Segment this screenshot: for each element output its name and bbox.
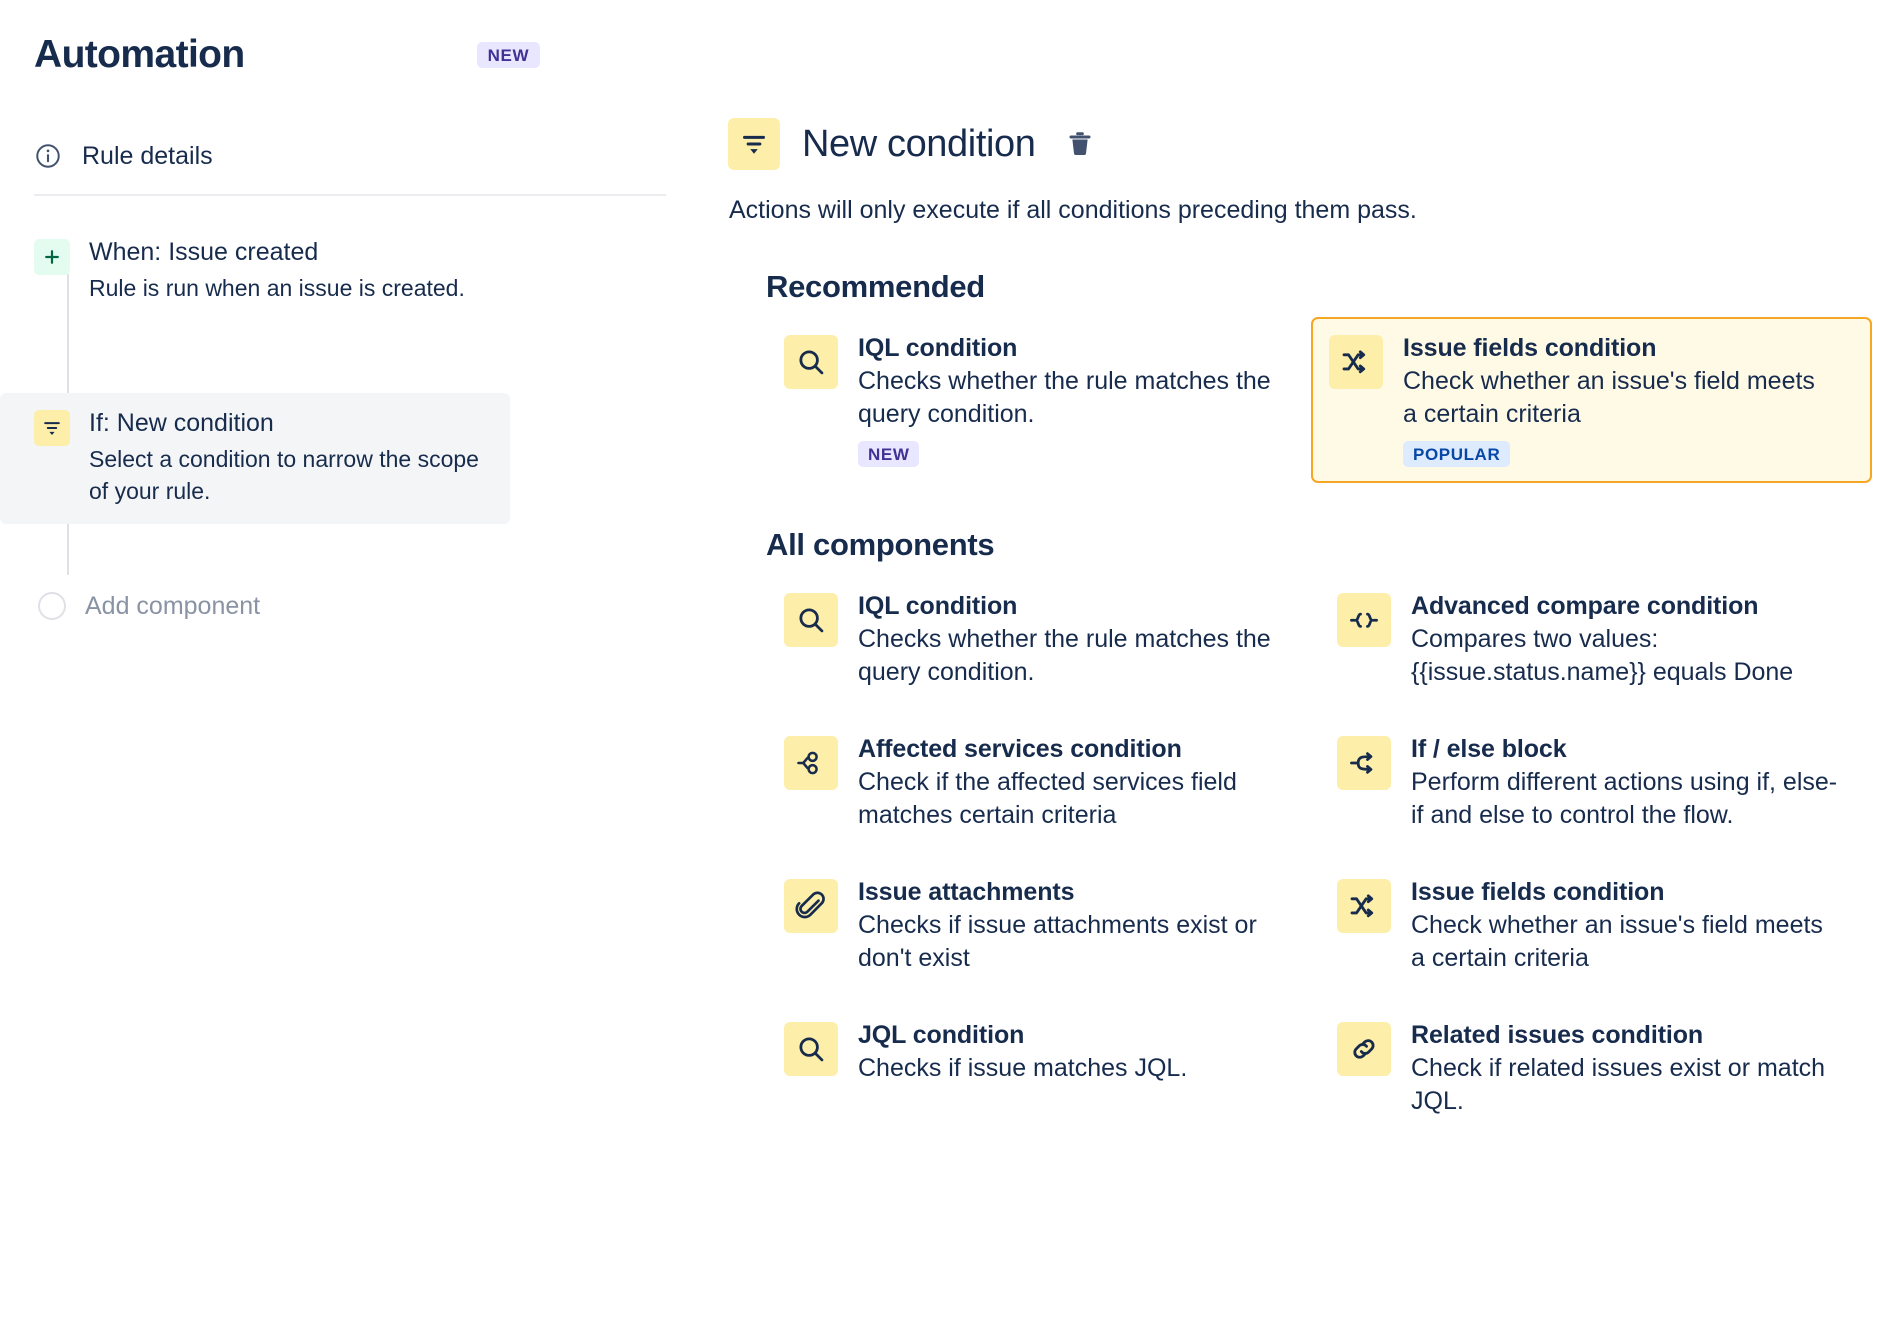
card-desc: Check if related issues exist or match J…: [1411, 1053, 1826, 1116]
add-component-button[interactable]: Add component: [0, 592, 700, 621]
search-icon: [784, 335, 838, 389]
component-card-iql-condition-recommended[interactable]: IQL condition Checks whether the rule ma…: [766, 317, 1319, 483]
card-text: JQL condition Checks if issue matches JQ…: [858, 1020, 1187, 1085]
card-title: IQL condition: [858, 334, 1018, 362]
timeline-step-desc: Select a condition to narrow the scope o…: [89, 446, 479, 504]
header-new-badge: NEW: [476, 42, 541, 68]
card-text: IQL condition Checks whether the rule ma…: [858, 591, 1288, 690]
braces-icon: [1337, 593, 1391, 647]
card-desc: Checks if issue attachments exist or don…: [858, 910, 1257, 973]
timeline-step-title: If: New condition: [89, 408, 274, 437]
component-card-related-issues-condition[interactable]: Related issues condition Check if relate…: [1319, 1004, 1872, 1135]
shuffle-icon: [1329, 335, 1383, 389]
card-text: Related issues condition Check if relate…: [1411, 1020, 1841, 1119]
component-card-jql-condition[interactable]: JQL condition Checks if issue matches JQ…: [766, 1004, 1319, 1135]
card-desc: Check whether an issue's field meets a c…: [1411, 910, 1823, 973]
sidebar-divider: [34, 194, 666, 196]
add-component-label: Add component: [85, 591, 261, 620]
add-component-dot-icon: [38, 592, 66, 621]
timeline-step-body: If: New condition Select a condition to …: [89, 407, 484, 508]
info-icon: [34, 142, 62, 170]
panel-title: New condition: [802, 123, 1036, 165]
card-desc: Checks whether the rule matches the quer…: [858, 366, 1271, 429]
card-title: Issue attachments: [858, 878, 1075, 906]
timeline-step-condition[interactable]: If: New condition Select a condition to …: [0, 392, 510, 524]
card-title: JQL condition: [858, 1021, 1025, 1049]
card-title: IQL condition: [858, 592, 1018, 620]
filter-icon: [34, 409, 70, 446]
card-text: Issue fields condition Check whether an …: [1411, 877, 1841, 976]
page-header: Automation NEW: [0, 22, 700, 88]
if-else-branch-icon: [1337, 736, 1391, 790]
card-title: Advanced compare condition: [1411, 592, 1759, 620]
card-title: Issue fields condition: [1403, 334, 1657, 362]
page-title: Automation: [34, 32, 245, 76]
component-card-advanced-compare-condition[interactable]: Advanced compare condition Compares two …: [1319, 575, 1872, 706]
all-components-heading: All components: [766, 527, 995, 562]
component-card-issue-fields-condition-recommended[interactable]: Issue fields condition Check whether an …: [1311, 317, 1872, 483]
search-icon: [784, 1022, 838, 1076]
filter-icon: [728, 118, 780, 170]
search-icon: [784, 593, 838, 647]
timeline-step-desc: Rule is run when an issue is created.: [89, 275, 465, 302]
recommended-heading: Recommended: [766, 269, 985, 304]
card-text: If / else block Perform different action…: [1411, 734, 1841, 833]
panel-header: New condition: [728, 118, 1872, 170]
rule-details-item[interactable]: Rule details: [0, 124, 700, 188]
card-text: Issue attachments Checks if issue attach…: [858, 877, 1288, 976]
shuffle-icon: [1337, 879, 1391, 933]
timeline-step-body: When: Issue created Rule is run when an …: [89, 236, 465, 305]
card-desc: Checks if issue matches JQL.: [858, 1053, 1188, 1082]
all-components-grid: IQL condition Checks whether the rule ma…: [728, 575, 1872, 1135]
rule-builder-sidebar: Automation NEW Rule details When: Issue …: [0, 0, 700, 1344]
plus-icon: [34, 239, 70, 275]
card-desc: Compares two values: {{issue.status.name…: [1411, 624, 1794, 687]
trash-icon[interactable]: [1062, 126, 1098, 162]
link-icon: [1337, 1022, 1391, 1076]
status-badge: POPULAR: [1403, 441, 1511, 467]
recommended-grid: IQL condition Checks whether the rule ma…: [728, 317, 1872, 483]
card-desc: Check if the affected services field mat…: [858, 767, 1237, 830]
services-branch-icon: [784, 736, 838, 790]
rule-details-label: Rule details: [82, 141, 213, 170]
card-title: Related issues condition: [1411, 1021, 1704, 1049]
card-text: IQL condition Checks whether the rule ma…: [858, 333, 1288, 467]
card-title: Affected services condition: [858, 735, 1182, 763]
paperclip-icon: [784, 879, 838, 933]
card-text: Advanced compare condition Compares two …: [1411, 591, 1841, 690]
status-badge: NEW: [858, 441, 920, 467]
panel-subtitle: Actions will only execute if all conditi…: [729, 196, 1417, 224]
component-card-issue-fields-condition[interactable]: Issue fields condition Check whether an …: [1319, 861, 1872, 992]
rule-timeline: When: Issue created Rule is run when an …: [0, 222, 700, 661]
timeline-step-trigger[interactable]: When: Issue created Rule is run when an …: [0, 222, 700, 321]
condition-picker-panel: New condition Actions will only execute …: [700, 0, 1892, 1344]
component-card-iql-condition[interactable]: IQL condition Checks whether the rule ma…: [766, 575, 1319, 706]
card-title: If / else block: [1411, 735, 1567, 763]
component-card-if-else-block[interactable]: If / else block Perform different action…: [1319, 718, 1872, 849]
card-text: Affected services condition Check if the…: [858, 734, 1288, 833]
card-desc: Checks whether the rule matches the quer…: [858, 624, 1271, 687]
automation-page: Automation NEW Rule details When: Issue …: [0, 0, 1892, 1344]
timeline-step-title: When: Issue created: [89, 238, 319, 266]
card-title: Issue fields condition: [1411, 878, 1665, 906]
card-desc: Perform different actions using if, else…: [1411, 767, 1838, 830]
card-text: Issue fields condition Check whether an …: [1403, 333, 1833, 467]
card-desc: Check whether an issue's field meets a c…: [1403, 366, 1815, 429]
component-card-affected-services-condition[interactable]: Affected services condition Check if the…: [766, 718, 1319, 849]
component-card-issue-attachments[interactable]: Issue attachments Checks if issue attach…: [766, 861, 1319, 992]
